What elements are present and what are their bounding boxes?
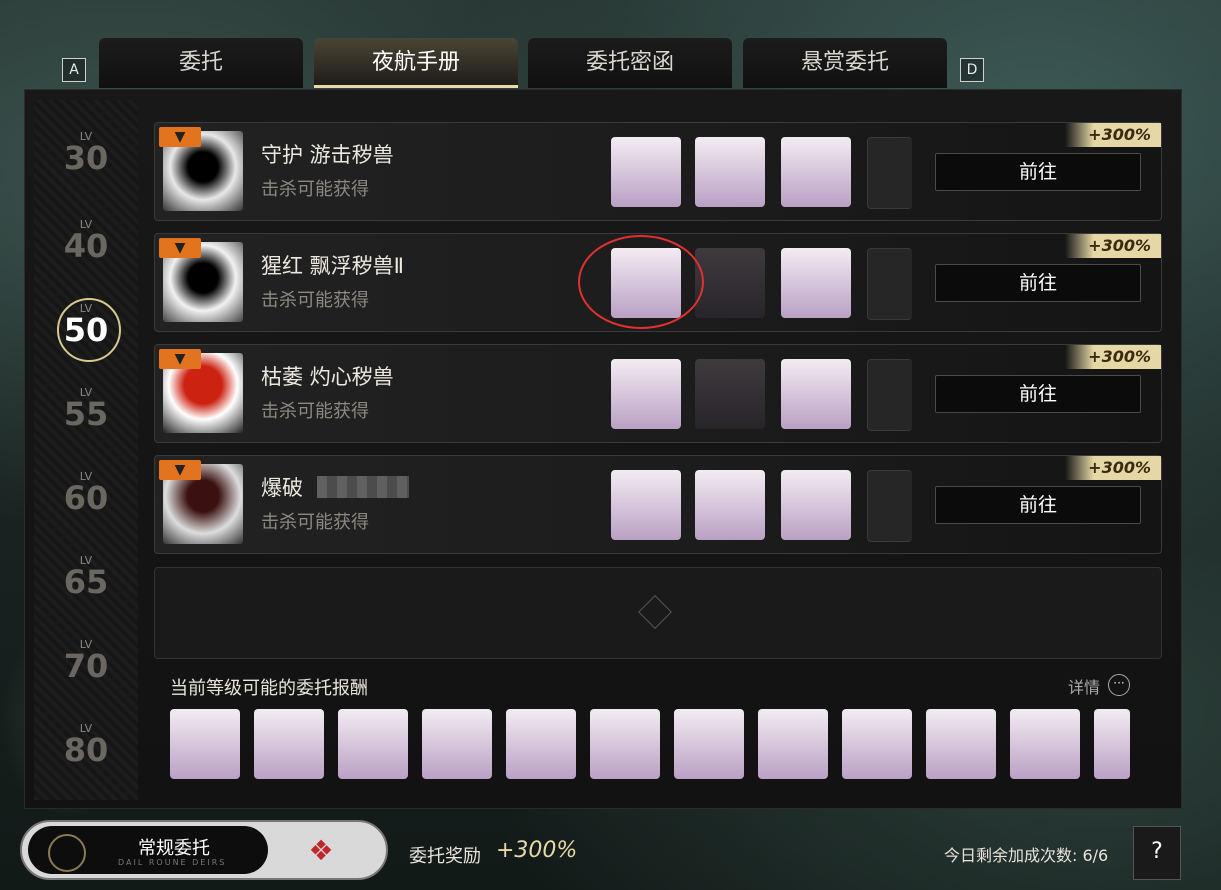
reward-item-icon[interactable] (758, 709, 828, 779)
level-40[interactable]: LV 40 (34, 218, 138, 265)
reward-item-icon[interactable] (695, 359, 765, 429)
level-60[interactable]: LV 60 (34, 470, 138, 517)
mission-subtitle: 击杀可能获得 (261, 179, 369, 200)
commission-reward-value: +300% (496, 838, 578, 863)
reward-item-icon[interactable] (842, 709, 912, 779)
reward-item-slot (867, 248, 912, 320)
reward-item-icon[interactable] (611, 470, 681, 540)
go-button[interactable]: 前往 (935, 264, 1141, 302)
key-hint-d[interactable]: D (960, 58, 984, 82)
level-column: LV 30 LV 40 LV 50 LV 55 LV 60 LV 65 LV 7… (34, 100, 138, 800)
level-55[interactable]: LV 55 (34, 386, 138, 433)
reward-item-icon[interactable] (781, 137, 851, 207)
reward-item-icon[interactable] (695, 137, 765, 207)
mission-row: ▼ 枯萎 灼心秽兽 击杀可能获得 +300% 前往 (154, 344, 1162, 443)
more-icon[interactable]: ··· (1108, 674, 1130, 696)
reward-item-icon[interactable] (781, 359, 851, 429)
reward-item-icon[interactable] (611, 359, 681, 429)
reward-item-icon[interactable] (170, 709, 240, 779)
reward-item-icon[interactable] (1010, 709, 1080, 779)
mission-name: 爆破 (261, 476, 303, 500)
level-number: 40 (63, 227, 109, 265)
chevron-down-icon: ▼ (159, 460, 201, 480)
mission-subtitle: 击杀可能获得 (261, 512, 369, 533)
tab-commission[interactable]: 委托 (99, 38, 303, 88)
chevron-down-icon: ▼ (159, 238, 201, 258)
reward-item-icon[interactable] (926, 709, 996, 779)
level-number: 55 (63, 395, 109, 433)
mission-name: 枯萎 灼心秽兽 (261, 365, 394, 389)
empty-mission-slot (154, 567, 1162, 659)
reward-item-slot (867, 470, 912, 542)
mission-name: 猩红 飘浮秽兽Ⅱ (261, 254, 405, 278)
tab-commission-letters[interactable]: 委托密函 (528, 38, 732, 88)
reward-item-icon[interactable] (422, 709, 492, 779)
go-button[interactable]: 前往 (935, 486, 1141, 524)
level-65[interactable]: LV 65 (34, 554, 138, 601)
mission-subtitle: 击杀可能获得 (261, 290, 369, 311)
reward-item-icon[interactable] (695, 470, 765, 540)
reward-item-icon[interactable] (338, 709, 408, 779)
chevron-down-icon: ▼ (159, 127, 201, 147)
reward-item-icon[interactable] (781, 470, 851, 540)
reward-item-icon[interactable] (506, 709, 576, 779)
reward-item-icon[interactable] (590, 709, 660, 779)
help-button[interactable]: ? (1133, 826, 1181, 880)
mission-name: 守护 游击秽兽 (261, 143, 394, 167)
level-number: 65 (63, 563, 109, 601)
reward-item-icon[interactable] (1094, 709, 1130, 779)
go-button[interactable]: 前往 (935, 375, 1141, 413)
level-number: 80 (63, 731, 109, 769)
reward-item-icon[interactable] (781, 248, 851, 318)
selected-level-ring (57, 298, 121, 362)
regular-commission-sublabel: DAIL ROUNE DEIRS (118, 858, 227, 867)
chevron-down-icon: ▼ (159, 349, 201, 369)
level-70[interactable]: LV 70 (34, 638, 138, 685)
reward-item-slot (867, 359, 912, 431)
reward-item-icon[interactable] (674, 709, 744, 779)
level-30[interactable]: LV 30 (34, 130, 138, 177)
key-hint-a[interactable]: A (62, 58, 86, 82)
emblem-icon (48, 834, 86, 872)
mission-subtitle: 击杀可能获得 (261, 401, 369, 422)
level-number: 70 (63, 647, 109, 685)
bonus-badge: +300% (1065, 234, 1161, 258)
bonus-badge: +300% (1065, 345, 1161, 369)
commission-reward-label: 委托奖励 (409, 846, 481, 867)
remaining-bonus-count: 今日剩余加成次数: 6/6 (944, 846, 1109, 865)
mission-row: ▼ 爆破 击杀可能获得 +300% 前往 (154, 455, 1162, 554)
crest-icon[interactable]: ❖ (304, 834, 338, 868)
diamond-ornament-icon (638, 595, 672, 629)
rewards-title: 当前等级可能的委托报酬 (170, 678, 368, 699)
blurred-name-censor (317, 476, 409, 498)
mission-row: ▼ 猩红 飘浮秽兽Ⅱ 击杀可能获得 +300% 前往 (154, 233, 1162, 332)
tab-bounty[interactable]: 悬赏委托 (743, 38, 947, 88)
reward-item-icon[interactable] (611, 137, 681, 207)
go-button[interactable]: 前往 (935, 153, 1141, 191)
details-link[interactable]: 详情 (1068, 674, 1100, 698)
tab-night-voyage-handbook[interactable]: 夜航手册 (314, 38, 518, 88)
regular-commission-label: 常规委托 (138, 838, 210, 859)
level-number: 30 (63, 139, 109, 177)
reward-item-icon[interactable] (254, 709, 324, 779)
level-number: 60 (63, 479, 109, 517)
mission-row: ▼ 守护 游击秽兽 击杀可能获得 +300% 前往 (154, 122, 1162, 221)
bonus-badge: +300% (1065, 123, 1161, 147)
bonus-badge: +300% (1065, 456, 1161, 480)
reward-item-slot (867, 137, 912, 209)
red-circle-annotation (578, 235, 704, 329)
level-80[interactable]: LV 80 (34, 722, 138, 769)
